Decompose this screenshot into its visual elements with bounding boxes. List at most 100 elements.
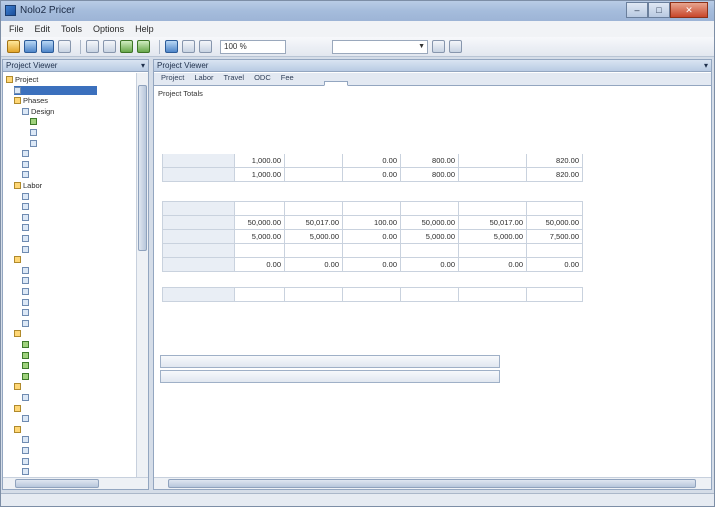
tree-horizontal-scrollbar[interactable] [3,477,148,489]
tab[interactable] [323,81,348,86]
table-cell[interactable]: 0.00 [342,153,401,168]
table-cell[interactable] [400,287,459,302]
table-cell[interactable] [458,153,527,168]
settings-icon[interactable] [449,40,462,53]
tree-item[interactable] [22,234,31,243]
tree-item[interactable]: Phases [14,96,48,105]
tree-item[interactable] [14,404,23,413]
open-folder-icon[interactable] [7,40,20,53]
tree-item[interactable] [14,329,23,338]
tree-item[interactable] [22,213,31,222]
tab[interactable] [348,80,372,85]
tree-item[interactable] [22,287,31,296]
next-record-icon[interactable] [199,40,212,53]
tree-item[interactable] [22,149,31,158]
table-cell[interactable]: 7,500.00 [526,229,583,244]
tree-item[interactable] [22,202,31,211]
tree-item[interactable] [14,255,23,264]
tree-item[interactable] [14,425,23,434]
tab[interactable]: Labor [189,71,218,85]
tab[interactable] [396,80,420,85]
tree-item[interactable] [14,85,97,95]
scrollbar-thumb[interactable] [168,479,696,488]
menu-options[interactable]: Options [93,24,124,34]
tree-item[interactable] [22,457,31,466]
tree-item[interactable] [30,139,39,148]
close-button[interactable]: ✕ [670,2,708,18]
table-cell[interactable]: 5,000.00 [458,229,527,244]
minimize-button[interactable]: – [626,2,648,18]
table-cell[interactable]: 0.00 [284,257,343,272]
tree-item[interactable] [22,160,31,169]
table-cell[interactable] [342,201,401,216]
menu-edit[interactable]: Edit [35,24,51,34]
tree-item[interactable] [22,393,31,402]
save-all-icon[interactable] [41,40,54,53]
copy-icon[interactable] [103,40,116,53]
tree-item[interactable] [22,223,31,232]
tree-item[interactable] [22,170,31,179]
tree-item[interactable] [22,245,31,254]
menu-help[interactable]: Help [135,24,154,34]
zoom-select[interactable]: 100 % [220,39,286,54]
pin-icon[interactable]: ▾ [704,60,708,71]
tree-item[interactable] [14,382,23,391]
tree-item[interactable] [22,467,31,476]
tree-item[interactable] [22,192,31,201]
table-cell[interactable]: 0.00 [342,229,401,244]
table-cell[interactable] [526,287,583,302]
table-cell[interactable] [526,201,583,216]
paste-icon[interactable] [120,40,133,53]
scrollbar-thumb[interactable] [138,85,147,251]
table-cell[interactable] [458,167,527,182]
budget-button-1[interactable] [160,355,500,368]
previous-record-icon[interactable] [182,40,195,53]
table-cell[interactable]: 100.00 [342,215,401,230]
tree-item[interactable] [22,340,31,349]
table-cell[interactable] [526,243,583,258]
table-cell[interactable] [284,201,343,216]
pin-icon[interactable]: ▾ [141,60,145,71]
table-cell[interactable] [400,243,459,258]
cut-icon[interactable] [86,40,99,53]
tab[interactable] [300,80,324,85]
table-cell[interactable]: 0.00 [400,257,459,272]
first-record-icon[interactable] [165,40,178,53]
table-cell[interactable]: 5,000.00 [234,229,285,244]
table-cell[interactable]: 50,000.00 [526,215,583,230]
table-cell[interactable] [284,167,343,182]
table-cell[interactable]: 1,000.00 [234,153,285,168]
table-cell[interactable] [284,153,343,168]
mode-select[interactable]: ▼ [332,39,428,54]
print-icon[interactable] [58,40,71,53]
refresh-icon[interactable] [137,40,150,53]
tree-item[interactable] [30,117,39,126]
menu-tools[interactable]: Tools [61,24,82,34]
table-cell[interactable]: 5,000.00 [400,229,459,244]
table-cell[interactable] [234,287,285,302]
tree-item[interactable] [22,446,31,455]
tree-item[interactable] [22,276,31,285]
scrollbar-thumb[interactable] [15,479,99,488]
tree-item[interactable] [22,298,31,307]
tree-item[interactable] [30,128,39,137]
maximize-button[interactable]: □ [648,2,670,18]
tree-item[interactable] [22,351,31,360]
tab[interactable]: Fee [276,71,300,85]
table-cell[interactable] [284,243,343,258]
save-icon[interactable] [24,40,37,53]
table-cell[interactable] [234,243,285,258]
help-icon[interactable] [432,40,445,53]
table-cell[interactable] [342,287,401,302]
tree-vertical-scrollbar[interactable] [136,73,148,477]
title-bar[interactable]: Nolo2 Pricer – □ ✕ [1,1,714,21]
tab[interactable]: Travel [219,71,250,85]
tree-item[interactable]: Project [6,75,38,84]
tree-item[interactable] [22,319,31,328]
tab[interactable]: ODC [249,71,276,85]
table-cell[interactable]: 820.00 [526,167,583,182]
table-cell[interactable]: 0.00 [526,257,583,272]
table-cell[interactable] [458,243,527,258]
table-cell[interactable]: 1,000.00 [234,167,285,182]
horizontal-scrollbar[interactable] [154,477,711,489]
